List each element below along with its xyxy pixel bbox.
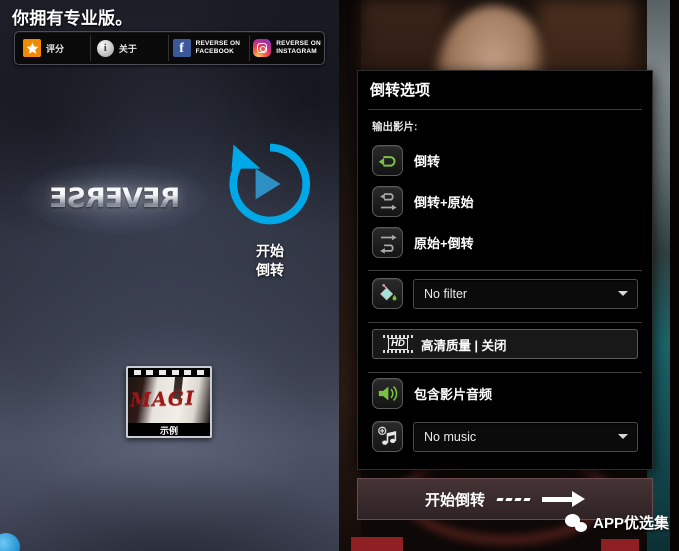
hd-film-icon: HD (383, 334, 413, 354)
app-home-screen: 你拥有专业版。 评分 i 关于 f REVERSE ON FACEBOOK RE… (0, 0, 339, 551)
facebook-label: REVERSE ON FACEBOOK (196, 40, 241, 57)
rate-button[interactable]: 评分 (15, 32, 90, 64)
decorative-blue-dot (0, 533, 20, 551)
wechat-icon (565, 513, 588, 532)
include-audio-label: 包含影片音频 (414, 387, 493, 402)
output-section-label: 输出影片: (372, 121, 418, 133)
dialog-body: 输出影片: 倒转 倒转+原始 原始+倒转 No filter HD 高清质量 |… (358, 110, 652, 469)
watermark-text: APP优选集 (593, 515, 669, 532)
filter-dropdown[interactable]: No filter (413, 278, 638, 309)
option-reverse[interactable]: 倒转 (358, 140, 652, 181)
music-row: No music (358, 414, 652, 459)
option-reverse-label: 倒转 (414, 154, 441, 169)
about-button[interactable]: i 关于 (91, 32, 168, 64)
start-reverse-button[interactable]: 开始 倒转 (215, 136, 325, 286)
app-logo-text: REVERSE (49, 182, 181, 214)
about-label: 关于 (118, 43, 137, 54)
motion-dashes (496, 497, 531, 501)
info-icon: i (96, 39, 114, 57)
sample-video-card[interactable]: MAGI 示例 (126, 366, 212, 438)
dialog-title: 倒转选项 (370, 82, 431, 99)
facebook-label-line2: FACEBOOK (195, 48, 235, 55)
include-audio-row[interactable]: 包含影片音频 (358, 373, 652, 414)
reverse-then-forward-icon (372, 186, 403, 217)
music-dropdown[interactable]: No music (413, 421, 638, 452)
screenshot-root: 你拥有专业版。 评分 i 关于 f REVERSE ON FACEBOOK RE… (0, 0, 679, 551)
star-icon (23, 39, 41, 57)
hd-quality-label: 高清质量 | 关闭 (421, 338, 507, 353)
filter-row: No filter (358, 271, 652, 316)
option-original-plus-reverse[interactable]: 原始+倒转 (358, 222, 652, 263)
rate-label: 评分 (46, 43, 65, 54)
app-logo: REVERSE (22, 162, 208, 234)
hd-quality-row[interactable]: HD 高清质量 | 关闭 (358, 323, 652, 365)
reverse-options-dialog: 倒转选项 输出影片: 倒转 倒转+原始 原始+倒转 No filter HD 高… (357, 70, 653, 470)
long-arrow-right-icon (542, 491, 585, 507)
instagram-label-line2: INSTAGRAM (276, 48, 317, 55)
sample-caption: 示例 (128, 423, 210, 436)
page-title: 你拥有专业版。 (12, 9, 133, 28)
hd-quality-box[interactable]: HD 高清质量 | 关闭 (372, 329, 638, 359)
option-reverse-plus-original[interactable]: 倒转+原始 (358, 181, 652, 222)
instagram-label: REVERSE ON INSTAGRAM (276, 40, 321, 57)
instagram-label-line1: REVERSE ON (276, 39, 321, 47)
sample-thumbnail-text: MAGI (129, 387, 196, 412)
promo-bar: 评分 i 关于 f REVERSE ON FACEBOOK REVERSE ON (14, 31, 325, 65)
chevron-down-icon (618, 434, 628, 439)
forward-then-reverse-icon (372, 227, 403, 258)
facebook-label-line1: REVERSE ON (195, 39, 241, 47)
reverse-options-screen: 倒转选项 输出影片: 倒转 倒转+原始 原始+倒转 No filter HD 高… (339, 0, 679, 551)
instagram-button[interactable]: REVERSE ON INSTAGRAM (250, 32, 324, 64)
film-strip-top (128, 368, 210, 377)
reverse-circular-arrow-icon (229, 143, 311, 225)
option-reverse-plus-original-label: 倒转+原始 (414, 195, 474, 210)
music-value: No music (424, 429, 477, 444)
start-reverse-line2: 倒转 (256, 262, 284, 278)
start-reverse-label: 开始 倒转 (256, 242, 284, 280)
sample-thumbnail: MAGI (128, 377, 210, 423)
filter-value: No filter (424, 286, 468, 301)
instagram-icon (253, 39, 272, 57)
facebook-icon: f (172, 39, 191, 57)
reverse-arrow-icon (372, 145, 403, 176)
add-music-note-icon[interactable] (372, 421, 403, 452)
start-reverse-action-label: 开始倒转 (424, 491, 485, 509)
option-original-plus-reverse-label: 原始+倒转 (414, 236, 474, 251)
start-reverse-line1: 开始 (256, 243, 284, 259)
facebook-button[interactable]: f REVERSE ON FACEBOOK (169, 32, 250, 64)
paint-bucket-icon[interactable] (372, 278, 403, 309)
speaker-icon (372, 378, 403, 409)
chevron-down-icon (618, 291, 628, 296)
watermark: APP优选集 (565, 512, 669, 533)
